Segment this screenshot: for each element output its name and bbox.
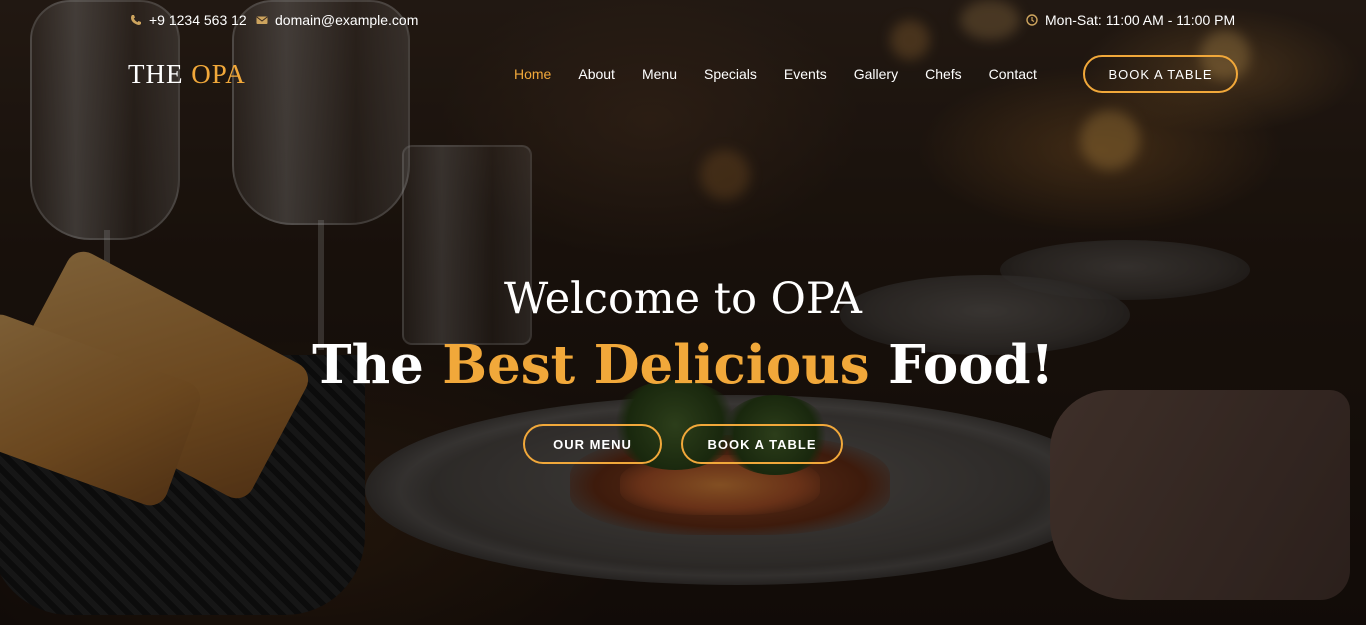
our-menu-button[interactable]: OUR MENU (523, 424, 662, 464)
phone-number: +9 1234 563 12 (149, 12, 247, 28)
hero-buttons: OUR MENU BOOK A TABLE (523, 424, 843, 464)
header-book-table-button[interactable]: BOOK A TABLE (1083, 55, 1238, 93)
nav-gallery[interactable]: Gallery (854, 66, 898, 82)
contact-email[interactable]: domain@example.com (256, 12, 418, 28)
email-address: domain@example.com (275, 12, 419, 28)
hero-book-table-button[interactable]: BOOK A TABLE (681, 424, 843, 464)
logo-text-the: THE (128, 59, 184, 89)
envelope-icon (256, 14, 268, 26)
main-nav: Home About Menu Specials Events Gallery … (514, 66, 1037, 82)
logo-text-opa: OPA (191, 59, 246, 89)
nav-menu[interactable]: Menu (642, 66, 677, 82)
nav-contact[interactable]: Contact (989, 66, 1037, 82)
hero-subtitle-after: Food! (888, 334, 1054, 396)
hero-subtitle: The Best Delicious Food! (0, 334, 1366, 396)
opening-hours: Mon-Sat: 11:00 AM - 11:00 PM (1026, 12, 1235, 28)
nav-chefs[interactable]: Chefs (925, 66, 962, 82)
contact-phone[interactable]: +9 1234 563 12 (130, 12, 247, 28)
hours-text: Mon-Sat: 11:00 AM - 11:00 PM (1045, 12, 1236, 28)
hero-subtitle-before: The (312, 334, 424, 396)
site-header: THE OPA Home About Menu Specials Events … (0, 52, 1366, 96)
top-bar: +9 1234 563 12 domain@example.com Mon-Sa… (0, 0, 1366, 40)
clock-icon (1026, 14, 1038, 26)
nav-events[interactable]: Events (784, 66, 827, 82)
site-logo[interactable]: THE OPA (128, 59, 246, 90)
phone-icon (130, 14, 142, 26)
nav-home[interactable]: Home (514, 66, 551, 82)
hero-title: Welcome to OPA (504, 274, 862, 324)
hero-subtitle-accent: Best Delicious (442, 334, 870, 396)
nav-about[interactable]: About (578, 66, 615, 82)
nav-specials[interactable]: Specials (704, 66, 757, 82)
